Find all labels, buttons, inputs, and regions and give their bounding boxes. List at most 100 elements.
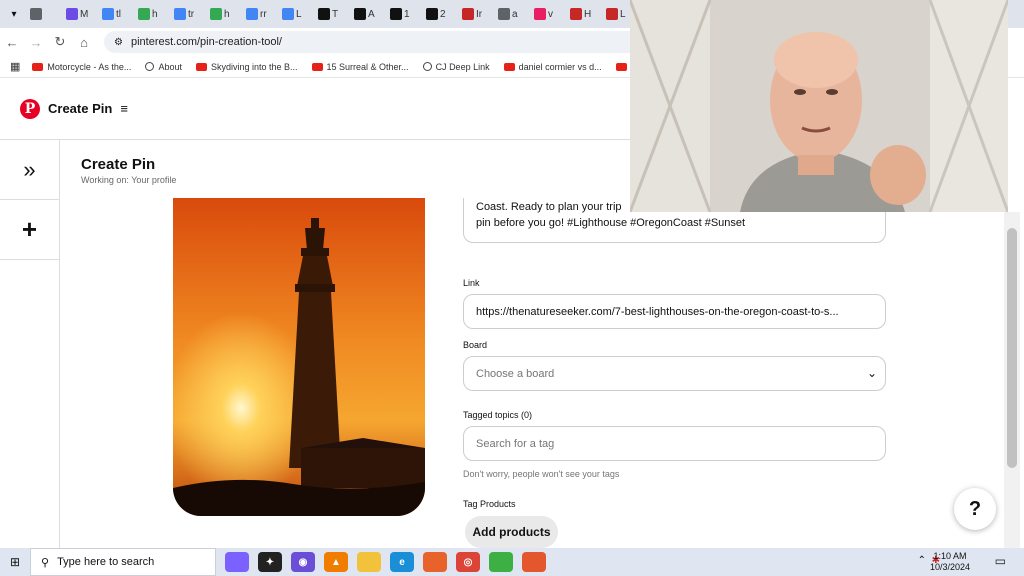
- tab-label: M: [80, 8, 89, 20]
- camtasia-icon[interactable]: [489, 552, 513, 572]
- vlc-icon[interactable]: ▲: [324, 552, 348, 572]
- tab-label: T: [332, 8, 339, 20]
- taskbar-search-input[interactable]: ⚲ Type here to search: [30, 548, 216, 576]
- copilot-icon[interactable]: [225, 552, 249, 572]
- tab-label: tl: [116, 8, 121, 20]
- recorder-icon[interactable]: [522, 552, 546, 572]
- tab-favicon-icon: [498, 8, 510, 20]
- site-info-icon[interactable]: ⚙: [114, 37, 123, 48]
- browser-tab[interactable]: Ir: [458, 3, 490, 25]
- tab-favicon-icon: [570, 8, 582, 20]
- globe-icon: [145, 62, 155, 71]
- tag-search-input[interactable]: Search for a tag: [463, 426, 886, 461]
- youtube-icon: [195, 62, 207, 71]
- bookmark-label: Skydiving into the B...: [210, 61, 298, 72]
- back-icon[interactable]: ←: [0, 35, 24, 50]
- tab-favicon-icon: [462, 8, 474, 20]
- tab-favicon-icon: [354, 8, 366, 20]
- browser-tab[interactable]: A: [350, 3, 382, 25]
- notification-icon[interactable]: ▭: [995, 554, 1006, 568]
- file-explorer-icon[interactable]: [357, 552, 381, 572]
- tab-label: h: [224, 8, 230, 20]
- tab-favicon-icon: [246, 8, 258, 20]
- home-icon[interactable]: ⌂: [72, 35, 96, 50]
- browser-tab[interactable]: [26, 3, 58, 25]
- forward-icon[interactable]: →: [24, 35, 48, 50]
- chevron-down-icon: ⌄: [866, 366, 877, 380]
- menu-icon[interactable]: ≡: [120, 101, 128, 116]
- bookmark-item[interactable]: Skydiving into the B...: [195, 61, 298, 72]
- page-scrollbar[interactable]: [1004, 212, 1020, 548]
- tab-favicon-icon: [282, 8, 294, 20]
- youtube-icon: [615, 62, 627, 71]
- browser-tab[interactable]: tr: [170, 3, 202, 25]
- tab-list-chevron-icon[interactable]: ▾: [4, 9, 24, 20]
- reload-icon[interactable]: ↻: [48, 34, 72, 50]
- obs-icon[interactable]: ◉: [291, 552, 315, 572]
- tab-favicon-icon: [210, 8, 222, 20]
- tab-favicon-icon: [66, 8, 78, 20]
- bookmark-item[interactable]: CJ Deep Link: [422, 61, 490, 72]
- left-sidebar: » +: [0, 140, 60, 548]
- add-pin-icon[interactable]: +: [0, 200, 59, 260]
- tab-favicon-icon: [30, 8, 42, 20]
- browser-tab[interactable]: H: [566, 3, 598, 25]
- bookmark-item[interactable]: About: [145, 62, 182, 72]
- browser-tab[interactable]: a: [494, 3, 526, 25]
- browser-tab[interactable]: v: [530, 3, 562, 25]
- add-products-button[interactable]: Add products: [465, 516, 558, 548]
- windows-taskbar: ⊞ ⚲ Type here to search ✦ ◉ ▲ e ◎ ⌃ ✱ 1:…: [0, 548, 1024, 576]
- bookmark-list: Motorcycle - As the... About Skydiving int…: [32, 62, 682, 72]
- browser-tab[interactable]: L: [278, 3, 310, 25]
- tab-label: 2: [440, 8, 446, 20]
- tab-list: Mtl h tr h rr L T A 1 2 Ir a v H L: [26, 3, 634, 25]
- tab-label: H: [584, 8, 592, 20]
- bookmark-label: CJ Deep Link: [435, 61, 490, 72]
- tab-label: rr: [260, 8, 267, 20]
- scrollbar-thumb[interactable]: [1007, 228, 1017, 468]
- tab-favicon-icon: [390, 8, 402, 20]
- page-header: Create Pin Working on: Your profile: [60, 140, 630, 198]
- url-text: pinterest.com/pin-creation-tool/: [130, 36, 282, 48]
- webcam-overlay: [630, 0, 1008, 212]
- taskbar-clock[interactable]: 1:10 AM 10/3/2024: [930, 551, 970, 573]
- tab-favicon-icon: [174, 8, 186, 20]
- tray-chevron-up-icon[interactable]: ⌃: [918, 555, 926, 566]
- presenter-video: [630, 0, 1008, 212]
- windows-start-icon[interactable]: ⊞: [10, 555, 20, 569]
- bookmark-item[interactable]: daniel cormier vs d...: [503, 61, 602, 72]
- board-placeholder: Choose a board: [476, 367, 555, 380]
- browser-tab[interactable]: 1: [386, 3, 418, 25]
- app-icon[interactable]: ✦: [258, 552, 282, 572]
- edge-icon[interactable]: e: [390, 552, 414, 572]
- browser-tab[interactable]: rr: [242, 3, 274, 25]
- url-field[interactable]: ⚙ pinterest.com/pin-creation-tool/: [104, 31, 644, 53]
- tab-label: 1: [404, 8, 410, 20]
- globe-icon: [422, 62, 432, 71]
- bookmark-item[interactable]: Motorcycle - As the...: [32, 62, 131, 72]
- browser-tab[interactable]: 2: [422, 3, 454, 25]
- bookmark-label: daniel cormier vs d...: [518, 61, 602, 72]
- expand-sidebar-icon[interactable]: »: [0, 140, 59, 200]
- browser-tab[interactable]: h: [206, 3, 238, 25]
- tag-products-label: Tag Products: [463, 499, 516, 509]
- browser-tab[interactable]: h: [134, 3, 166, 25]
- lighthouse-sunset-image: [173, 198, 425, 516]
- browser-tab[interactable]: tl: [98, 3, 130, 25]
- link-field[interactable]: https://thenatureseeker.com/7-best-light…: [463, 294, 886, 329]
- firefox-icon[interactable]: [423, 552, 447, 572]
- browser-tab[interactable]: T: [314, 3, 346, 25]
- board-select[interactable]: Choose a board ⌄: [463, 356, 886, 391]
- tab-label: v: [548, 8, 553, 20]
- browser-tab[interactable]: M: [62, 3, 94, 25]
- app-header: P Create Pin ≡: [0, 78, 630, 140]
- bookmark-item[interactable]: 15 Surreal & Other...: [311, 62, 409, 72]
- pinterest-logo-icon[interactable]: P: [20, 98, 40, 119]
- help-button[interactable]: ?: [954, 488, 996, 530]
- tab-label: h: [152, 8, 158, 20]
- apps-grid-icon[interactable]: ▦: [10, 60, 20, 73]
- tab-label: A: [368, 8, 375, 20]
- pin-image-preview[interactable]: [173, 198, 425, 516]
- chrome-icon[interactable]: ◎: [456, 552, 480, 572]
- description-line-2: pin before you go! #Lighthouse #OregonCo…: [476, 217, 746, 229]
